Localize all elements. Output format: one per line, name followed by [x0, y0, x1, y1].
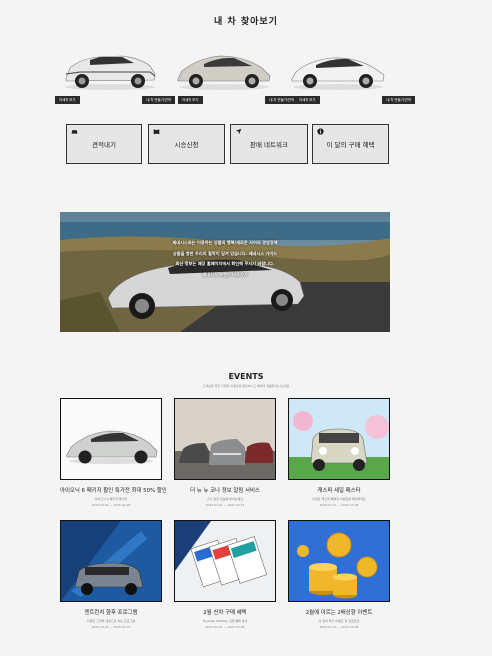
- quick-link-quote[interactable]: 견적내기: [66, 124, 142, 164]
- quick-link-label: 이 달의 구매 혜택: [326, 141, 375, 149]
- quick-link-label: 판매 네트워크: [250, 141, 288, 149]
- event-desc: 출시 관련 정보를 받아보세요: [207, 497, 243, 501]
- quick-link-label: 시승신청: [174, 141, 199, 149]
- car-config-button[interactable]: 내 차 만들기/견적: [142, 96, 175, 104]
- event-card[interactable]: 엔트런치 향후 프로그램 다양한 고객을 대상으로 하는 프로그램 2025.0…: [60, 520, 162, 629]
- event-card[interactable]: 아이오닉 6 패키지 할인 특가전 최대 50% 할인 아이오닉 6 패키지 특…: [60, 398, 167, 507]
- event-card[interactable]: 캐스퍼 세일 페스타 다양한 캐스퍼 혜택과 이벤트를 확인하세요 2025.0…: [288, 398, 390, 507]
- event-date: 2025.02.01 ~ 2025.02.28: [319, 503, 359, 507]
- promo-banner[interactable]: 제네시스와는 이용하는 상품의 행복/새로운 사이의 경영정책 상품을 향한 우…: [60, 212, 390, 332]
- event-image: [174, 398, 276, 480]
- car-image-suv[interactable]: [60, 44, 160, 92]
- banner-line: 최신 정보는 매장 홈페이지에서 확인해 주시기 바랍니다.: [175, 261, 275, 266]
- car-config-button[interactable]: 내 차 만들기/견적: [265, 96, 298, 104]
- event-image: [288, 520, 390, 602]
- event-desc: 다양한 고객을 대상으로 하는 프로그램: [87, 619, 135, 623]
- event-title: 2월 신차 구매 혜택: [203, 610, 247, 616]
- quick-link-test-drive[interactable]: 시승신청: [148, 124, 225, 164]
- event-image: [174, 520, 276, 602]
- event-date: 2025.02.01 ~ 2025.02.28: [319, 625, 359, 629]
- banner-line: 상품을 향한 우리의 철학이 담겨 있습니다. 제네시스 가이드: [172, 250, 278, 256]
- page-title: 내 차 찾아보기: [214, 17, 278, 27]
- event-desc: 다양한 캐스퍼 혜택과 이벤트를 확인하세요: [312, 497, 366, 501]
- quick-link-network[interactable]: 판매 네트워크: [230, 124, 308, 164]
- car-image-sedan[interactable]: [288, 44, 388, 92]
- event-card[interactable]: 더 뉴 뉴 코나 정보 알림 서비스 출시 관련 정보를 받아보세요 2025.…: [174, 398, 276, 507]
- event-desc: Hyundai Mobility 구매 혜택 안내: [202, 619, 248, 623]
- event-card[interactable]: 2월에 이르는 2배상향 이벤트 이 달의 특가 이벤트 및 프로모션 2025…: [288, 520, 390, 629]
- events-title: EVENTS: [228, 372, 264, 381]
- event-title: 아이오닉 6 패키지 할인 특가전 최대 50% 할인: [60, 488, 167, 494]
- car-detail-button[interactable]: 자세히 보기: [55, 96, 80, 104]
- event-title: 2월에 이르는 2배상향 이벤트: [305, 610, 373, 616]
- car-icon: [71, 130, 78, 134]
- event-date: 2025.02.01 ~ 2025.02.28: [205, 625, 245, 629]
- car-detail-button[interactable]: 자세히 보기: [295, 96, 320, 104]
- events-subtitle: 고객님을 위한 다양한 이벤트를 확인하시고 혜택과 경품을 만나보세요: [202, 384, 290, 388]
- event-title: 엔트런치 향후 프로그램: [84, 610, 138, 616]
- car-image-ioniq[interactable]: [174, 44, 274, 92]
- event-date: 2025.02.01 ~ 2025.02.15: [91, 625, 131, 629]
- event-card[interactable]: 2월 신차 구매 혜택 Hyundai Mobility 구매 혜택 안내 20…: [174, 520, 276, 629]
- event-date: 2025.02.01 ~ 2025.02.28: [91, 503, 131, 507]
- event-title: 캐스퍼 세일 페스타: [317, 488, 361, 494]
- event-desc: 이 달의 특가 이벤트 및 프로모션: [318, 619, 360, 623]
- event-date: 2025.02.01 ~ 2025.02.15: [205, 503, 245, 507]
- event-image: [60, 398, 162, 480]
- location-arrow-icon: [235, 128, 242, 135]
- event-image: [60, 520, 162, 602]
- quick-link-benefits[interactable]: 이 달의 구매 혜택: [312, 124, 389, 164]
- car-config-button[interactable]: 내 차 만들기/견적: [382, 96, 415, 104]
- book-icon: [153, 129, 160, 135]
- banner-line: 제네시스와는 이용하는 상품의 행복/새로운 사이의 경영정책: [172, 240, 278, 245]
- banner-text: 제네시스와는 이용하는 상품의 행복/새로운 사이의 경영정책 상품을 향한 우…: [60, 238, 390, 280]
- event-title: 더 뉴 뉴 코나 정보 알림 서비스: [190, 488, 260, 494]
- car-detail-button[interactable]: 자세히 보기: [178, 96, 203, 104]
- quick-link-label: 견적내기: [92, 141, 116, 149]
- banner-link[interactable]: 제네시스 브랜드 바로가기: [60, 270, 390, 281]
- info-icon: [317, 128, 324, 135]
- event-desc: 아이오닉 6 패키지 특가전: [94, 497, 128, 501]
- event-image: [288, 398, 390, 480]
